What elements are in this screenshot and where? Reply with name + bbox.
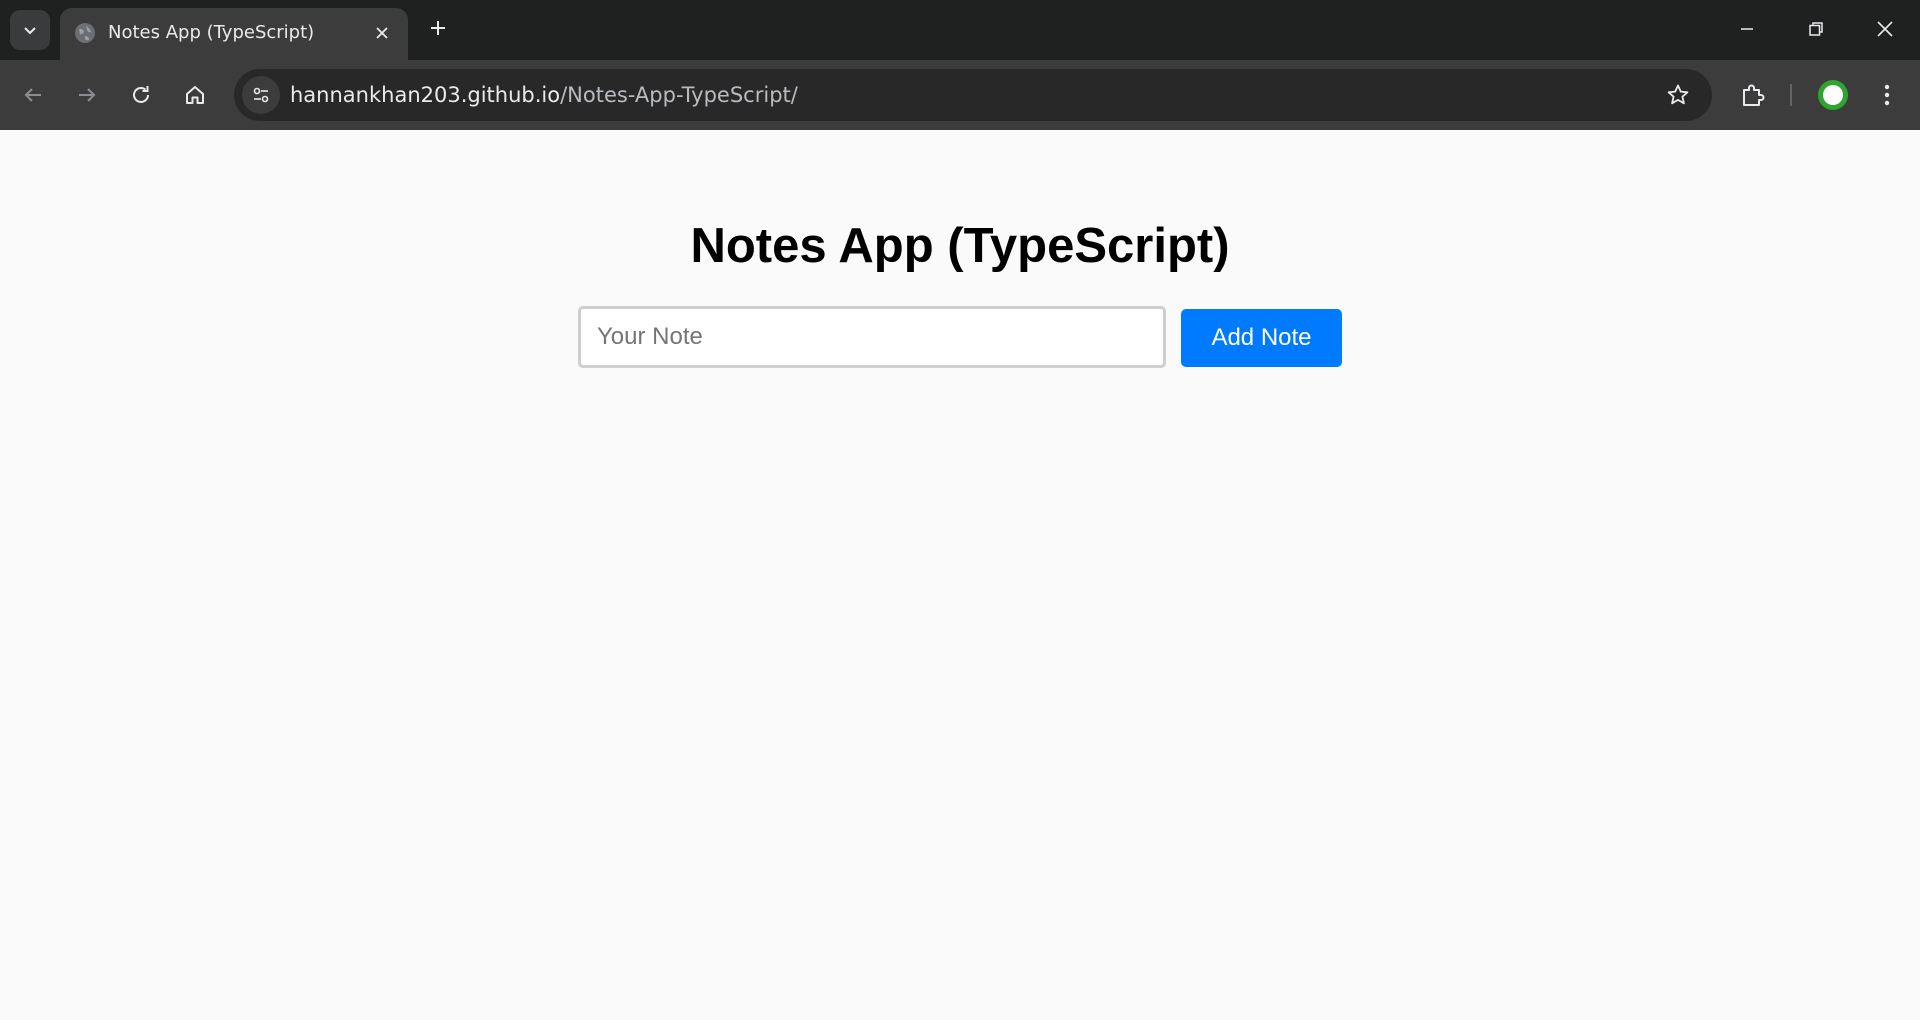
- note-input[interactable]: [578, 306, 1166, 368]
- plus-icon: [431, 21, 445, 35]
- globe-icon: [75, 23, 95, 43]
- site-info-button[interactable]: [242, 76, 280, 114]
- url-host: hannankhan203.github.io: [290, 83, 561, 107]
- new-tab-button[interactable]: [424, 14, 452, 42]
- tab-title: Notes App (TypeScript): [108, 22, 315, 43]
- star-icon: [1667, 84, 1689, 105]
- toolbar-separator: [1790, 84, 1792, 106]
- tune-icon: [253, 87, 269, 103]
- add-note-button[interactable]: Add Note: [1181, 309, 1342, 367]
- page-content: Notes App (TypeScript) Add Note: [0, 130, 1920, 1020]
- home-icon: [186, 86, 204, 104]
- restore-icon: [1809, 22, 1823, 36]
- back-button[interactable]: [16, 78, 50, 112]
- chevron-down-icon: [24, 27, 36, 35]
- browser-menu-button[interactable]: [1870, 78, 1904, 112]
- page-title: Notes App (TypeScript): [690, 219, 1230, 273]
- back-arrow-icon: [24, 88, 41, 102]
- close-window-button[interactable]: [1870, 14, 1900, 44]
- url-path: /Notes-App-TypeScript/: [560, 83, 798, 107]
- reload-button[interactable]: [124, 78, 158, 112]
- address-bar[interactable]: hannankhan203.github.io/Notes-App-TypeSc…: [234, 69, 1712, 121]
- puzzle-icon: [1743, 84, 1765, 106]
- close-icon: [376, 27, 388, 39]
- browser-toolbar: hannankhan203.github.io/Notes-App-TypeSc…: [0, 60, 1920, 130]
- bookmark-button[interactable]: [1664, 81, 1692, 109]
- extensions-button[interactable]: [1736, 78, 1770, 112]
- avatar-image: [1823, 85, 1843, 105]
- tab-close-button[interactable]: [370, 21, 394, 45]
- close-icon: [1877, 21, 1893, 37]
- browser-tab-strip: Notes App (TypeScript): [0, 0, 1920, 60]
- kebab-menu-icon: [1884, 84, 1890, 106]
- forward-button[interactable]: [70, 78, 104, 112]
- tab-search-button[interactable]: [10, 10, 50, 50]
- minimize-button[interactable]: [1732, 14, 1762, 44]
- home-button[interactable]: [178, 78, 212, 112]
- reload-icon: [133, 86, 149, 103]
- restore-button[interactable]: [1801, 14, 1831, 44]
- browser-tab[interactable]: Notes App (TypeScript): [60, 8, 408, 60]
- forward-arrow-icon: [79, 88, 96, 102]
- url-text[interactable]: hannankhan203.github.io/Notes-App-TypeSc…: [290, 83, 798, 107]
- avatar[interactable]: [1818, 80, 1848, 110]
- minimize-icon: [1741, 28, 1753, 30]
